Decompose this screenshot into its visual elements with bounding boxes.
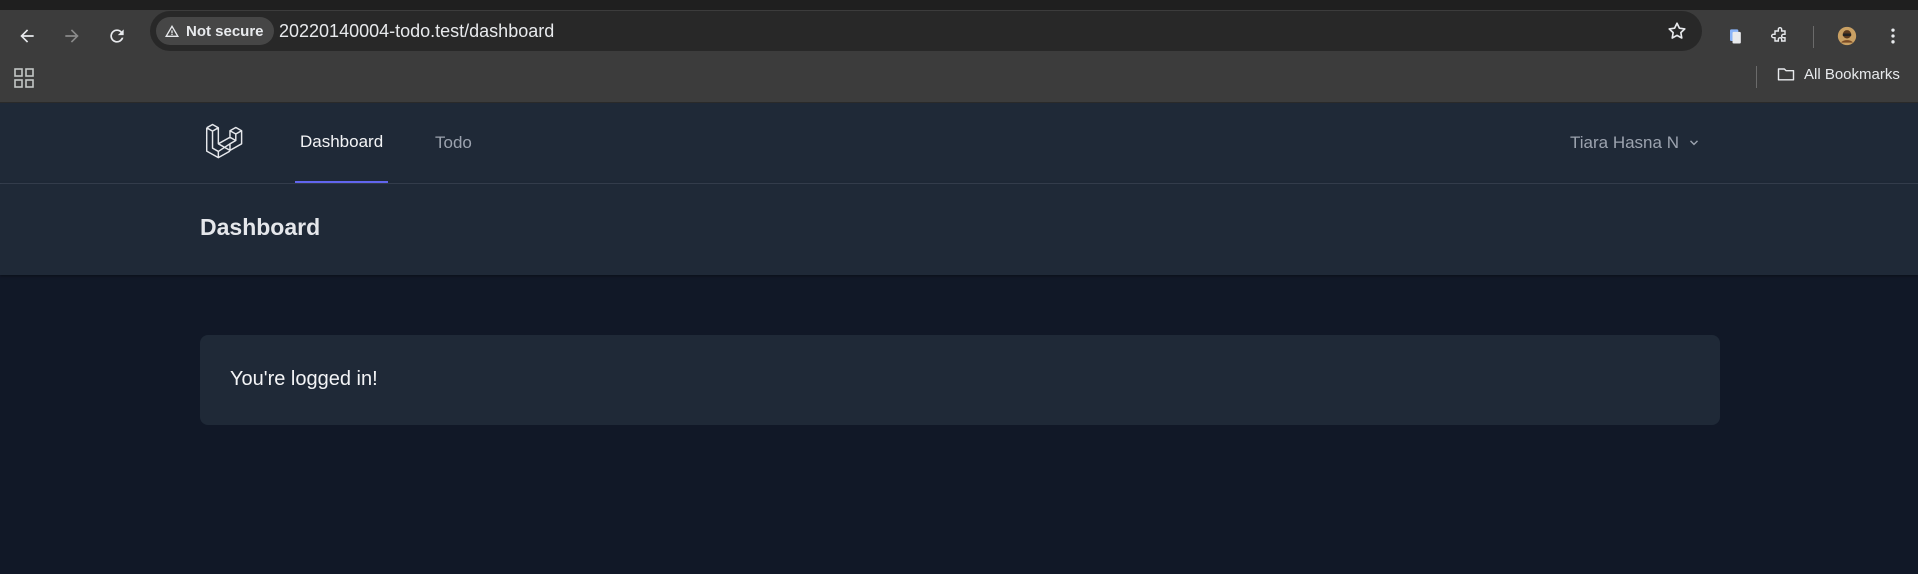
user-name: Tiara Hasna N <box>1570 133 1679 152</box>
page-header: Dashboard <box>0 184 1918 275</box>
tab-strip <box>0 0 1918 10</box>
laravel-logo-icon[interactable] <box>203 122 245 164</box>
all-bookmarks-label: All Bookmarks <box>1804 65 1900 83</box>
address-bar[interactable]: Not secure 20220140004-todo.test/dashboa… <box>150 11 1702 51</box>
page-title: Dashboard <box>200 214 321 240</box>
apps-grid-icon[interactable] <box>14 68 34 88</box>
browser-toolbar: Not secure 20220140004-todo.test/dashboa… <box>0 10 1918 62</box>
folder-icon <box>1777 68 1795 81</box>
avatar <box>1837 26 1857 46</box>
extension-button[interactable] <box>1718 19 1752 53</box>
document-extension-icon <box>1730 29 1741 44</box>
bookmarks-divider <box>1756 66 1757 88</box>
toolbar-divider <box>1813 26 1814 48</box>
reload-icon <box>110 29 124 43</box>
back-button[interactable] <box>10 19 44 53</box>
profile-button[interactable] <box>1830 19 1864 53</box>
chevron-down-icon <box>1689 140 1698 146</box>
app-navbar: Dashboard Todo Tiara Hasna N <box>0 103 1918 184</box>
reload-button[interactable] <box>100 19 134 53</box>
star-icon[interactable] <box>1666 20 1688 42</box>
status-message: You're logged in! <box>230 368 378 390</box>
security-label: Not secure <box>186 22 264 40</box>
all-bookmarks-button[interactable]: All Bookmarks <box>1776 64 1900 84</box>
puzzle-icon <box>1771 27 1786 42</box>
arrow-left-icon <box>20 29 34 43</box>
extensions-button[interactable] <box>1763 19 1797 53</box>
nav-link-label: Todo <box>435 133 472 152</box>
status-card: You're logged in! <box>200 335 1720 425</box>
menu-button[interactable] <box>1876 19 1910 53</box>
nav-link-dashboard[interactable]: Dashboard <box>295 103 389 183</box>
bookmarks-bar <box>0 62 1918 103</box>
user-dropdown[interactable]: Tiara Hasna N <box>1570 133 1701 153</box>
warning-icon <box>165 25 179 37</box>
nav-link-label: Dashboard <box>300 132 384 151</box>
arrow-right-icon <box>65 29 79 43</box>
security-chip[interactable]: Not secure <box>156 17 274 45</box>
forward-button[interactable] <box>55 19 89 53</box>
nav-link-todo[interactable]: Todo <box>430 103 477 183</box>
url-text[interactable]: 20220140004-todo.test/dashboard <box>279 21 554 42</box>
more-vertical-icon <box>1891 28 1895 44</box>
